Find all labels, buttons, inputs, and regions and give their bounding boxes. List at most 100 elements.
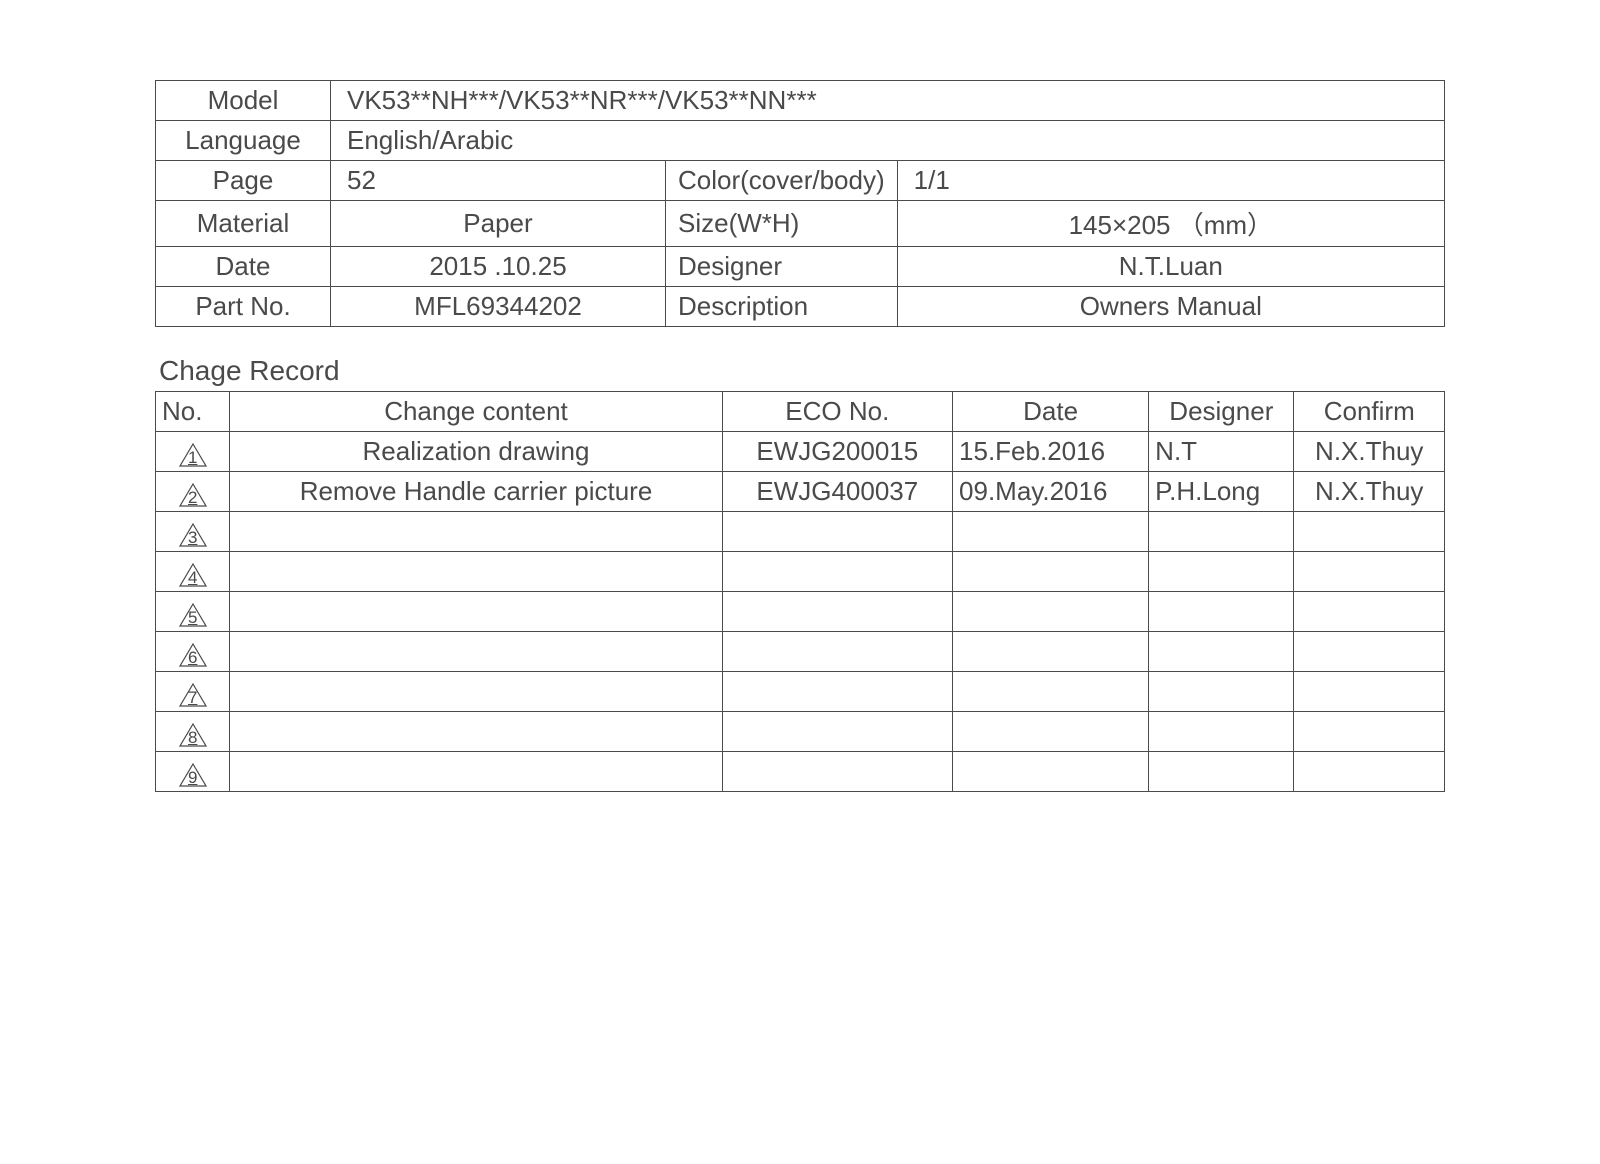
- table-row: 7: [156, 672, 1445, 712]
- table-row: No. Change content ECO No. Date Designer…: [156, 392, 1445, 432]
- spec-color-label: Color(cover/body): [666, 161, 898, 201]
- change-row-date: [953, 632, 1149, 672]
- triangle-icon: 1: [179, 443, 207, 467]
- change-row-date: 09.May.2016: [953, 472, 1149, 512]
- change-row-date: [953, 712, 1149, 752]
- change-row-designer: [1149, 712, 1294, 752]
- spec-description-label: Description: [666, 287, 898, 327]
- spec-material-value: Paper: [331, 201, 666, 247]
- change-row-content: Remove Handle carrier picture: [230, 472, 722, 512]
- change-row-designer: [1149, 512, 1294, 552]
- change-row-confirm: [1294, 552, 1445, 592]
- change-header-designer: Designer: [1149, 392, 1294, 432]
- spec-size-label: Size(W*H): [666, 201, 898, 247]
- change-row-number: 4: [156, 552, 230, 592]
- spec-date-value: 2015 .10.25: [331, 247, 666, 287]
- triangle-icon: 2: [179, 483, 207, 507]
- change-row-number: 1: [156, 432, 230, 472]
- table-row: 5: [156, 592, 1445, 632]
- table-row: 6: [156, 632, 1445, 672]
- change-row-number: 6: [156, 632, 230, 672]
- triangle-icon: 7: [179, 683, 207, 707]
- spec-size-value: 145×205 （mm）: [897, 201, 1444, 247]
- change-row-eco: EWJG400037: [722, 472, 952, 512]
- triangle-icon: 9: [179, 763, 207, 787]
- change-header-date: Date: [953, 392, 1149, 432]
- change-row-eco: [722, 632, 952, 672]
- table-row: 1Realization drawingEWJG20001515.Feb.201…: [156, 432, 1445, 472]
- triangle-icon: 3: [179, 523, 207, 547]
- change-record-title: Chage Record: [159, 355, 1445, 387]
- table-row: Language English/Arabic: [156, 121, 1445, 161]
- change-row-date: [953, 672, 1149, 712]
- change-row-confirm: [1294, 752, 1445, 792]
- spec-designer-value: N.T.Luan: [897, 247, 1444, 287]
- spec-model-label: Model: [156, 81, 331, 121]
- triangle-icon: 6: [179, 643, 207, 667]
- change-row-designer: [1149, 592, 1294, 632]
- change-row-content: [230, 552, 722, 592]
- change-row-number: 2: [156, 472, 230, 512]
- change-row-confirm: [1294, 672, 1445, 712]
- spec-designer-label: Designer: [666, 247, 898, 287]
- change-row-number: 9: [156, 752, 230, 792]
- spec-material-label: Material: [156, 201, 331, 247]
- table-row: Part No. MFL69344202 Description Owners …: [156, 287, 1445, 327]
- triangle-icon: 4: [179, 563, 207, 587]
- change-record-table: No. Change content ECO No. Date Designer…: [155, 391, 1445, 792]
- triangle-icon: 8: [179, 723, 207, 747]
- change-row-content: [230, 752, 722, 792]
- change-row-designer: [1149, 672, 1294, 712]
- change-header-content: Change content: [230, 392, 722, 432]
- table-row: Model VK53**NH***/VK53**NR***/VK53**NN**…: [156, 81, 1445, 121]
- spec-table: Model VK53**NH***/VK53**NR***/VK53**NN**…: [155, 80, 1445, 327]
- change-row-content: [230, 512, 722, 552]
- spec-color-value: 1/1: [897, 161, 1444, 201]
- change-row-designer: [1149, 632, 1294, 672]
- change-row-designer: [1149, 552, 1294, 592]
- change-row-date: [953, 512, 1149, 552]
- change-row-designer: N.T: [1149, 432, 1294, 472]
- change-row-confirm: [1294, 712, 1445, 752]
- table-row: 8: [156, 712, 1445, 752]
- triangle-icon: 5: [179, 603, 207, 627]
- change-row-confirm: [1294, 592, 1445, 632]
- change-row-designer: P.H.Long: [1149, 472, 1294, 512]
- change-header-no: No.: [156, 392, 230, 432]
- change-row-date: [953, 752, 1149, 792]
- spec-page-value: 52: [331, 161, 666, 201]
- change-row-confirm: N.X.Thuy: [1294, 472, 1445, 512]
- change-row-number: 3: [156, 512, 230, 552]
- change-row-eco: EWJG200015: [722, 432, 952, 472]
- change-row-confirm: [1294, 632, 1445, 672]
- change-row-number: 5: [156, 592, 230, 632]
- change-row-content: [230, 592, 722, 632]
- spec-page-label: Page: [156, 161, 331, 201]
- change-row-number: 8: [156, 712, 230, 752]
- change-row-date: [953, 592, 1149, 632]
- change-row-eco: [722, 712, 952, 752]
- table-row: Page 52 Color(cover/body) 1/1: [156, 161, 1445, 201]
- change-row-eco: [722, 672, 952, 712]
- change-row-content: Realization drawing: [230, 432, 722, 472]
- change-row-confirm: N.X.Thuy: [1294, 432, 1445, 472]
- change-row-content: [230, 672, 722, 712]
- table-row: Material Paper Size(W*H) 145×205 （mm）: [156, 201, 1445, 247]
- spec-partno-value: MFL69344202: [331, 287, 666, 327]
- table-row: Date 2015 .10.25 Designer N.T.Luan: [156, 247, 1445, 287]
- spec-description-value: Owners Manual: [897, 287, 1444, 327]
- change-row-eco: [722, 592, 952, 632]
- table-row: 2 Remove Handle carrier pictureEWJG400037…: [156, 472, 1445, 512]
- change-row-eco: [722, 752, 952, 792]
- spec-partno-label: Part No.: [156, 287, 331, 327]
- change-header-eco: ECO No.: [722, 392, 952, 432]
- change-row-designer: [1149, 752, 1294, 792]
- change-row-content: [230, 712, 722, 752]
- table-row: 4: [156, 552, 1445, 592]
- spec-model-value: VK53**NH***/VK53**NR***/VK53**NN***: [331, 81, 1445, 121]
- spec-language-value: English/Arabic: [331, 121, 1445, 161]
- change-row-date: [953, 552, 1149, 592]
- change-row-number: 7: [156, 672, 230, 712]
- spec-date-label: Date: [156, 247, 331, 287]
- change-row-content: [230, 632, 722, 672]
